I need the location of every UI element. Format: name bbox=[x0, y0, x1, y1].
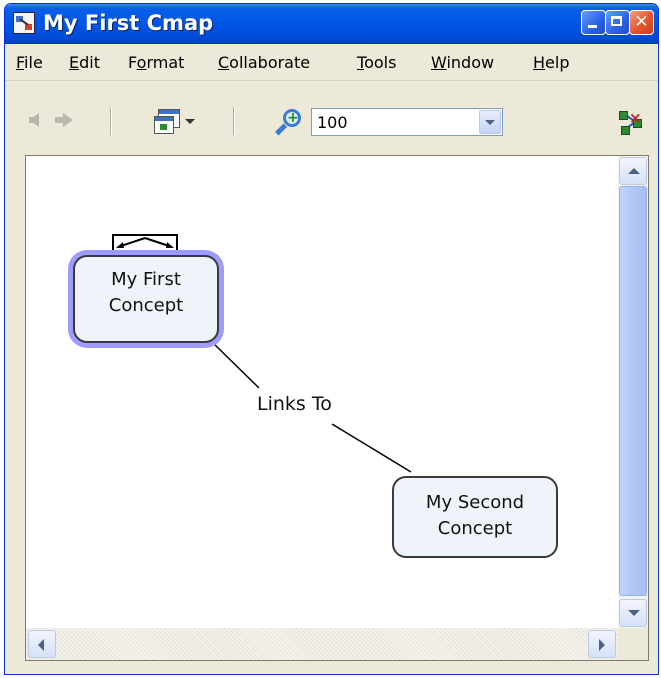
window-title: My First Cmap bbox=[43, 11, 214, 35]
back-arrow-icon[interactable] bbox=[29, 113, 39, 127]
scroll-right-button[interactable] bbox=[588, 630, 616, 658]
scroll-up-button[interactable] bbox=[619, 157, 647, 185]
link-line-upper bbox=[209, 339, 260, 389]
menu-bar: File Edit Format Collaborate Tools Windo… bbox=[5, 44, 658, 81]
horizontal-scrollbar[interactable] bbox=[26, 628, 618, 660]
toolbar: + 100 × bbox=[5, 81, 658, 153]
toolbar-separator bbox=[110, 107, 112, 135]
resize-handle[interactable] bbox=[112, 234, 178, 252]
view-windows-icon[interactable] bbox=[154, 109, 180, 134]
concept-my-second-concept[interactable]: My Second Concept bbox=[392, 476, 558, 558]
close-button[interactable]: ✕ bbox=[629, 10, 654, 35]
zoom-dropdown-button[interactable] bbox=[479, 110, 501, 134]
concept-label-line2: Concept bbox=[108, 295, 184, 316]
cmap-canvas[interactable]: My First Concept Links To My Second Conc… bbox=[26, 156, 618, 628]
network-tool-icon[interactable]: × bbox=[617, 109, 645, 135]
menu-format[interactable]: Format bbox=[128, 53, 184, 72]
menu-edit[interactable]: Edit bbox=[69, 53, 100, 72]
vertical-scroll-thumb[interactable] bbox=[619, 186, 647, 596]
cmap-app-icon[interactable] bbox=[13, 12, 35, 34]
menu-help[interactable]: Help bbox=[533, 53, 569, 72]
menu-window[interactable]: Window bbox=[431, 53, 494, 72]
menu-collaborate[interactable]: Collaborate bbox=[218, 53, 310, 72]
concept-label-line1: My Second bbox=[425, 492, 525, 513]
scroll-left-button[interactable] bbox=[28, 630, 56, 658]
vertical-scrollbar[interactable] bbox=[618, 156, 648, 628]
menu-file[interactable]: File bbox=[16, 53, 43, 72]
resize-arrows-icon bbox=[116, 237, 174, 248]
zoom-in-icon[interactable]: + bbox=[274, 109, 305, 137]
zoom-level-value: 100 bbox=[317, 113, 348, 132]
scrollbar-corner bbox=[618, 628, 648, 660]
app-window: My First Cmap ✕ File Edit Format Collabo… bbox=[4, 3, 659, 675]
link-line-lower bbox=[331, 423, 412, 473]
concept-my-first-concept[interactable]: My First Concept bbox=[73, 255, 219, 343]
concept-label-line1: My First bbox=[111, 269, 181, 290]
menu-tools[interactable]: Tools bbox=[357, 53, 396, 72]
toolbar-separator bbox=[233, 107, 235, 135]
scroll-down-button[interactable] bbox=[619, 599, 647, 627]
title-bar[interactable]: My First Cmap ✕ bbox=[5, 4, 658, 44]
zoom-level-select[interactable]: 100 bbox=[311, 108, 503, 136]
chevron-down-icon[interactable] bbox=[185, 119, 195, 124]
cmap-canvas-frame: My First Concept Links To My Second Conc… bbox=[25, 155, 649, 661]
linking-phrase[interactable]: Links To bbox=[255, 393, 334, 415]
close-icon: ✕ bbox=[634, 12, 649, 32]
maximize-button[interactable] bbox=[605, 10, 630, 35]
concept-label-line2: Concept bbox=[437, 518, 513, 539]
forward-arrow-icon[interactable] bbox=[55, 113, 73, 127]
minimize-button[interactable] bbox=[581, 10, 606, 35]
